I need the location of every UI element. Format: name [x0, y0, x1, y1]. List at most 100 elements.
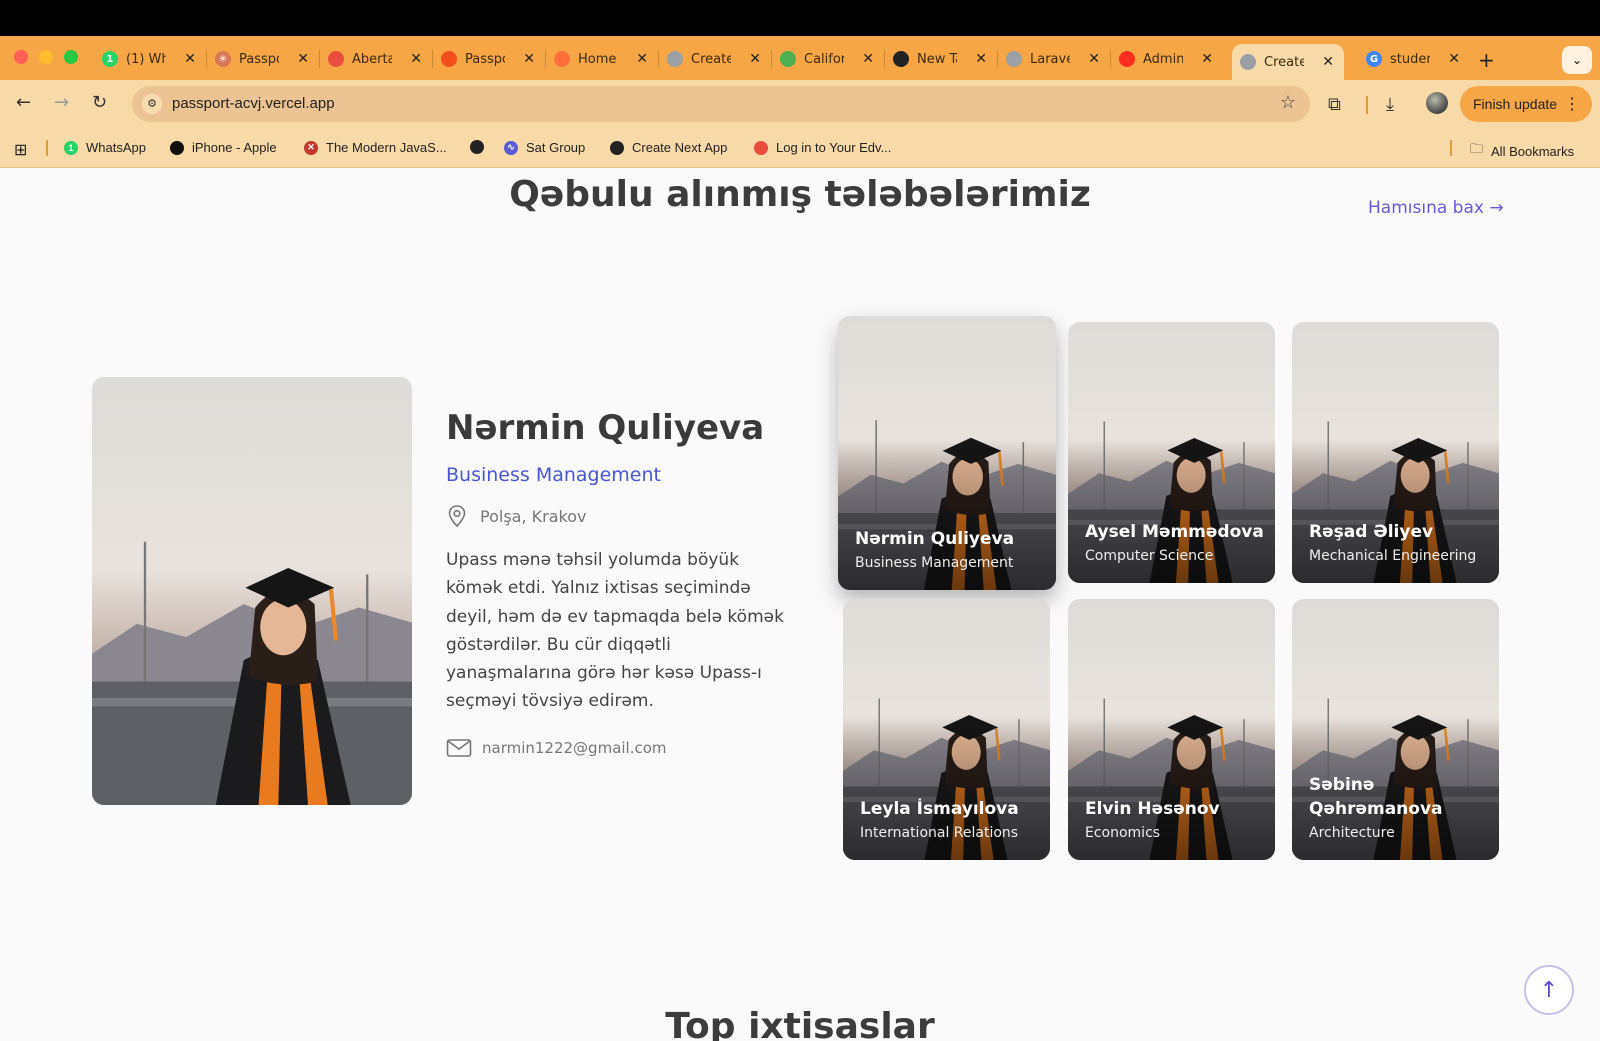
tab-separator: [658, 50, 659, 68]
browser-chrome: 1(1) WhatsApp✕✳Passport✕Abertay✕Passport…: [0, 36, 1600, 168]
extensions-puzzle-icon[interactable]: ⧉: [1328, 94, 1341, 115]
student-card[interactable]: Səbinə Qəhrəmanova Architecture: [1292, 599, 1499, 860]
student-card[interactable]: Nərmin Quliyeva Business Management: [838, 316, 1056, 590]
tab-close-icon[interactable]: ✕: [297, 51, 309, 67]
url-text: passport-acvj.vercel.app: [172, 95, 335, 112]
tab-separator: [997, 50, 998, 68]
card-caption: Leyla İsmayılova International Relations: [860, 797, 1040, 844]
email-text: narmin1222@gmail.com: [482, 739, 667, 757]
tab-close-icon[interactable]: ✕: [1322, 54, 1334, 70]
tab-title: Create: [691, 51, 731, 67]
tab-strip: 1(1) WhatsApp✕✳Passport✕Abertay✕Passport…: [0, 36, 1600, 80]
browser-tab[interactable]: Abertay ✕: [328, 44, 422, 74]
browser-tab[interactable]: Create ✕: [1232, 44, 1344, 80]
browser-tab[interactable]: Admin ✕: [1119, 44, 1213, 74]
window-maximize-button[interactable]: [64, 50, 78, 64]
browser-tab[interactable]: Gstudents ✕: [1366, 44, 1460, 74]
more-menu-icon[interactable]: ⋮: [1564, 94, 1580, 114]
tab-close-icon[interactable]: ✕: [749, 51, 761, 67]
profile-avatar[interactable]: [1426, 92, 1448, 114]
tab-title: California: [804, 51, 844, 67]
student-name: Aysel Məmmədova: [1085, 522, 1264, 542]
student-major: Architecture: [1309, 825, 1395, 841]
tab-close-icon[interactable]: ✕: [636, 51, 648, 67]
tab-close-icon[interactable]: ✕: [410, 51, 422, 67]
finish-update-button[interactable]: Finish update ⋮: [1460, 86, 1592, 122]
tab-close-icon[interactable]: ✕: [1088, 51, 1100, 67]
next-section-title: Top ixtisaslar: [665, 1006, 935, 1041]
student-major: Mechanical Engineering: [1309, 548, 1477, 564]
back-arrow-icon[interactable]: ←: [16, 92, 31, 113]
all-bookmarks-label: All Bookmarks: [1491, 143, 1575, 159]
tab-close-icon[interactable]: ✕: [1201, 51, 1213, 67]
bookmarks-divider-right: [1450, 140, 1452, 156]
card-caption: Səbinə Qəhrəmanova Architecture: [1309, 773, 1489, 844]
bookmark-label: Sat Group: [526, 140, 586, 155]
tab-separator: [319, 50, 320, 68]
tab-close-icon[interactable]: ✕: [975, 51, 987, 67]
student-name: Leyla İsmayılova: [860, 799, 1019, 819]
bookmark-item[interactable]: 1 WhatsApp: [64, 140, 146, 155]
tab-close-icon[interactable]: ✕: [1448, 51, 1460, 67]
toolbar-divider: [1366, 96, 1368, 114]
apps-grid-icon[interactable]: ⊞: [14, 140, 27, 160]
browser-tab[interactable]: Create ✕: [667, 44, 761, 74]
bookmark-label: iPhone - Apple: [192, 140, 277, 155]
tab-close-icon[interactable]: ✕: [184, 51, 196, 67]
browser-tab[interactable]: New Tab ✕: [893, 44, 987, 74]
bookmark-item[interactable]: iPhone - Apple: [170, 140, 277, 155]
colorful-icon: [328, 51, 344, 67]
bookmark-favicon-icon: [754, 140, 768, 155]
browser-tab[interactable]: Laravel ✕: [1006, 44, 1100, 74]
tab-close-icon[interactable]: ✕: [862, 51, 874, 67]
card-caption: Aysel Məmmədova Computer Science: [1085, 520, 1265, 567]
featured-student-location: Polşa, Krakov: [446, 504, 586, 528]
bookmark-item[interactable]: Create Next App: [610, 140, 727, 155]
tab-separator: [432, 50, 433, 68]
student-card[interactable]: Aysel Məmmədova Computer Science: [1068, 322, 1275, 583]
window-minimize-button[interactable]: [39, 50, 53, 64]
tab-search-chevron-icon[interactable]: ⌄: [1562, 46, 1592, 74]
new-tab-button[interactable]: +: [1478, 48, 1495, 72]
tab-title: Admin: [1143, 51, 1183, 67]
reload-icon[interactable]: ↻: [92, 92, 107, 113]
see-all-link[interactable]: Hamısına bax →: [1368, 198, 1504, 218]
tab-separator: [545, 50, 546, 68]
address-bar[interactable]: ⚙ passport-acvj.vercel.app ☆: [132, 86, 1310, 122]
bookmark-favicon-icon: [170, 140, 184, 155]
featured-student-email[interactable]: narmin1222@gmail.com: [446, 738, 667, 758]
browser-tab[interactable]: California ✕: [780, 44, 874, 74]
tab-title: Home: [578, 51, 617, 67]
student-card[interactable]: Leyla İsmayılova International Relations: [843, 599, 1050, 860]
featured-student-photo: [92, 377, 412, 805]
github-icon: [893, 51, 909, 67]
bookmark-item[interactable]: [470, 140, 492, 154]
claude-icon: ✳: [215, 51, 231, 67]
browser-tab[interactable]: Passport ✕: [441, 44, 535, 74]
graduate-photo: [92, 377, 412, 805]
tab-title: Passport: [465, 51, 505, 67]
browser-tab[interactable]: Home ✕: [554, 44, 648, 74]
forward-arrow-icon[interactable]: →: [54, 92, 69, 113]
browser-tab[interactable]: ✳ Passport ✕: [215, 44, 309, 74]
download-icon[interactable]: ⤓: [1386, 94, 1394, 115]
bookmark-favicon-icon: 1: [64, 140, 78, 155]
bookmark-favicon-icon: [610, 140, 624, 155]
folder-icon: 🗀: [1470, 141, 1484, 156]
bookmark-star-icon[interactable]: ☆: [1280, 92, 1296, 113]
student-card[interactable]: Rəşad Əliyev Mechanical Engineering: [1292, 322, 1499, 583]
site-settings-icon[interactable]: ⚙: [142, 94, 162, 114]
bookmark-item[interactable]: Log in to Your Edv...: [754, 140, 891, 155]
tab-title: Create: [1264, 54, 1304, 70]
all-bookmarks-button[interactable]: 🗀 All Bookmarks: [1470, 140, 1574, 162]
window-close-button[interactable]: [14, 50, 28, 64]
bookmark-item[interactable]: ∿ Sat Group: [504, 140, 585, 155]
tab-close-icon[interactable]: ✕: [523, 51, 535, 67]
student-card[interactable]: Elvin Həsənov Economics: [1068, 599, 1275, 860]
browser-tab[interactable]: 1 (1) WhatsApp ✕: [102, 44, 196, 74]
bookmark-item[interactable]: ✕ The Modern JavaS...: [304, 140, 447, 155]
tab-separator: [206, 50, 207, 68]
student-major: Economics: [1085, 825, 1161, 841]
whatsapp-icon: 1: [102, 51, 118, 67]
student-major: International Relations: [860, 825, 1019, 841]
